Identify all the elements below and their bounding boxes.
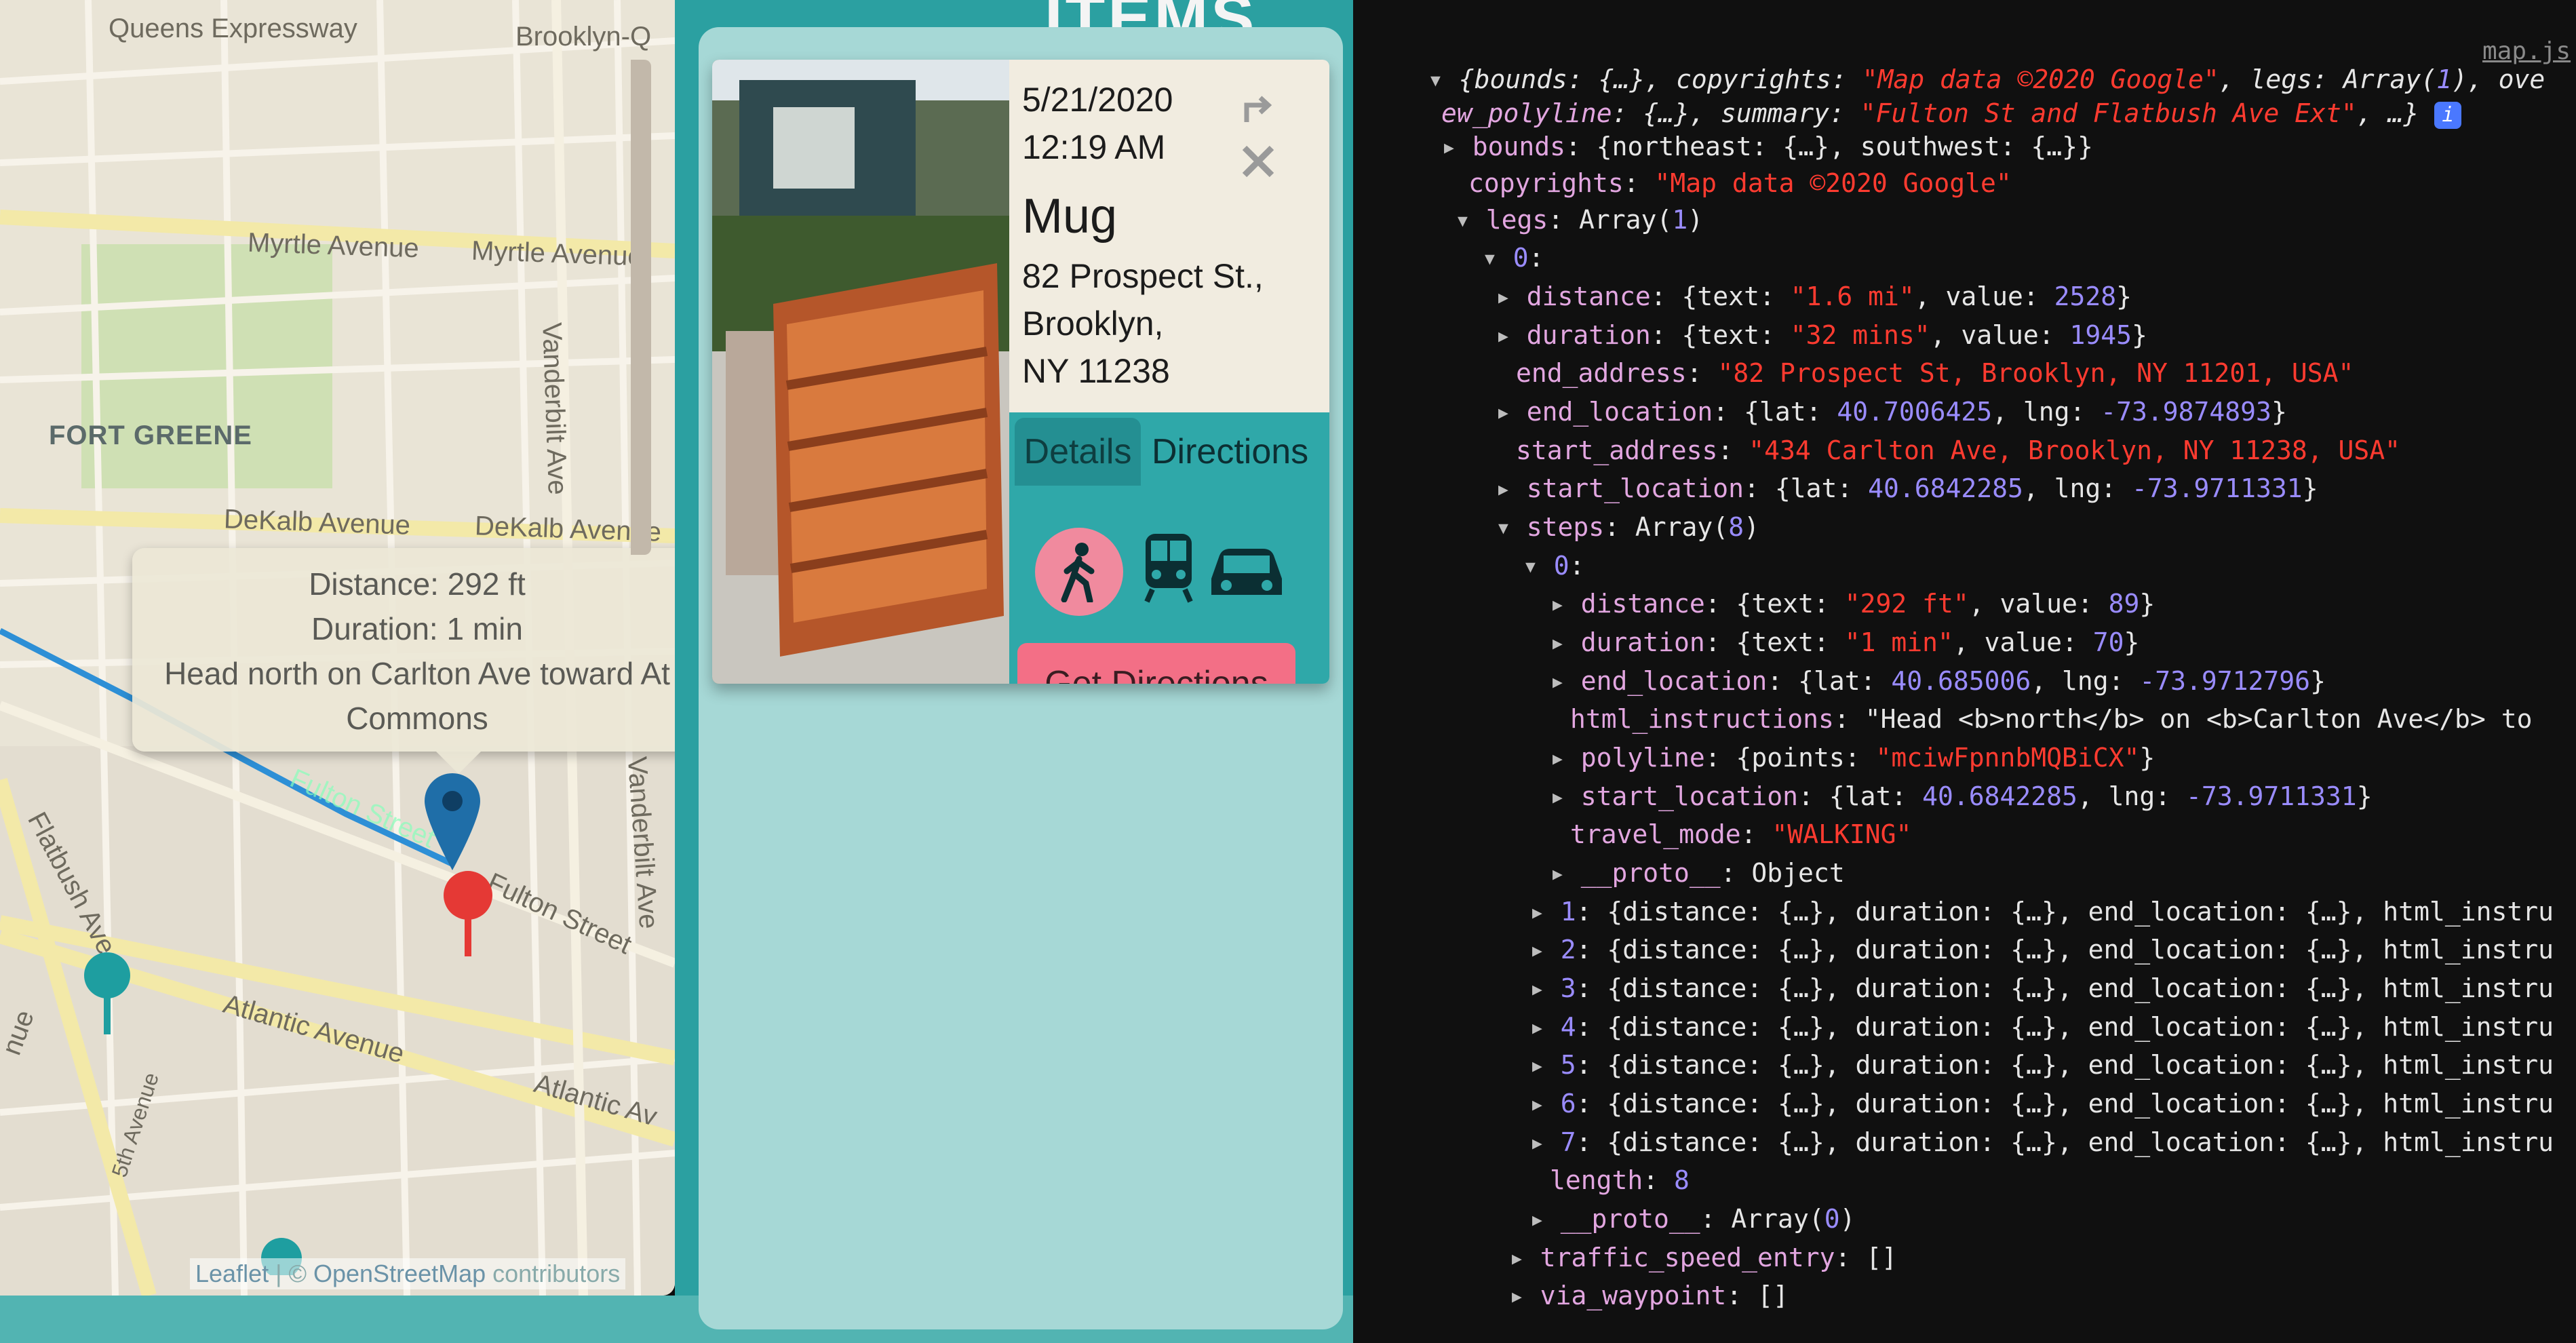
card-scrollbar[interactable] [631, 60, 651, 555]
console-line: length: 8 [1550, 1165, 1690, 1195]
item-date: 5/21/2020 [1022, 81, 1173, 119]
info-icon[interactable]: i [2434, 101, 2462, 129]
console-line[interactable]: ▸ 4: {distance: {…}, duration: {…}, end_… [1529, 1012, 2554, 1042]
route-step-popup: Distance: 292 ft Duration: 1 min Head no… [132, 548, 675, 752]
console-line: copyrights: "Map data ©2020 Google" [1468, 168, 2012, 198]
map-label-brooklyn: Brooklyn-Q [515, 22, 652, 52]
devtools-console: map.js ▾ {bounds: {…}, copyrights: "Map … [1353, 0, 2576, 1343]
item-address-line3: NY 11238 [1022, 352, 1170, 390]
console-line: ew_polyline: {…}, summary: "Fulton St an… [1441, 98, 2462, 129]
transit-icon[interactable] [1141, 531, 1196, 606]
car-icon[interactable] [1206, 538, 1287, 606]
console-line[interactable]: ▸ 3: {distance: {…}, duration: {…}, end_… [1529, 973, 2554, 1003]
map-label-vanderbilt: Vanderbilt Ave [536, 322, 573, 496]
console-line[interactable]: ▸ via_waypoint: [] [1509, 1281, 1789, 1310]
map-label-myrtle: Myrtle Avenue [247, 227, 420, 264]
item-address-line1: 82 Prospect St., [1022, 257, 1264, 295]
console-line: end_address: "82 Prospect St, Brooklyn, … [1516, 358, 2354, 388]
console-line[interactable]: ▾ 0: [1523, 551, 1585, 581]
item-address-line2: Brooklyn, [1022, 305, 1164, 343]
console-line: start_address: "434 Carlton Ave, Brookly… [1516, 435, 2401, 465]
console-line[interactable]: ▸ start_location: {lat: 40.6842285, lng:… [1496, 473, 2318, 503]
console-line[interactable]: ▸ bounds: {northeast: {…}, southwest: {…… [1441, 132, 2093, 161]
console-line[interactable]: ▸ __proto__: Object [1550, 858, 1845, 888]
popup-distance: Distance: 292 ft [309, 566, 526, 602]
console-line: travel_mode: "WALKING" [1570, 819, 1912, 849]
console-line[interactable]: ▸ 1: {distance: {…}, duration: {…}, end_… [1529, 897, 2554, 927]
item-name: Mug [1022, 189, 1118, 244]
console-line[interactable]: ▸ distance: {text: "292 ft", value: 89} [1550, 589, 2155, 619]
console-line[interactable]: ▾ {bounds: {…}, copyrights: "Map data ©2… [1428, 64, 2545, 94]
map-label-dekalb: DeKalb Avenue [223, 504, 411, 541]
console-line[interactable]: ▸ 6: {distance: {…}, duration: {…}, end_… [1529, 1089, 2554, 1118]
map-marker-blue-icon[interactable] [422, 770, 483, 872]
item-time: 12:19 AM [1022, 128, 1166, 166]
osm-link[interactable]: OpenStreetMap [313, 1260, 486, 1287]
source-file-link[interactable]: map.js [2482, 37, 2571, 65]
attribution-contributors: contributors [486, 1260, 621, 1287]
popup-duration: Duration: 1 min [311, 611, 523, 646]
walking-icon [1061, 543, 1095, 602]
get-directions-button[interactable]: Get Directions [1017, 643, 1295, 684]
console-line[interactable]: ▾ steps: Array(8) [1496, 512, 1759, 542]
console-line[interactable]: ▸ 2: {distance: {…}, duration: {…}, end_… [1529, 935, 2554, 965]
directions-icon[interactable] [1240, 88, 1281, 129]
console-line[interactable]: ▸ traffic_speed_entry: [] [1509, 1243, 1897, 1272]
console-line[interactable]: ▸ start_location: {lat: 40.6842285, lng:… [1550, 781, 2373, 811]
map-label-expressway: Queens Expressway [109, 14, 357, 43]
leaflet-link[interactable]: Leaflet [195, 1260, 269, 1287]
popup-instruction: Head north on Carlton Ave toward At [164, 656, 670, 691]
console-line[interactable]: ▸ 7: {distance: {…}, duration: {…}, end_… [1529, 1127, 2554, 1157]
console-line[interactable]: ▸ duration: {text: "32 mins", value: 194… [1496, 320, 2147, 350]
map-attribution: Leaflet | © OpenStreetMap contributors [190, 1258, 626, 1289]
tab-details[interactable]: Details [1015, 418, 1141, 486]
map-label-fort-greene: FORT GREENE [49, 421, 252, 450]
item-photo [712, 60, 1009, 684]
map-marker-teal-icon[interactable] [80, 950, 134, 1038]
map-marker-red-icon[interactable] [441, 868, 495, 963]
attribution-separator: | © [269, 1260, 313, 1287]
close-icon[interactable] [1238, 141, 1279, 182]
console-line[interactable]: ▾ 0: [1482, 243, 1544, 273]
item-tabs: Details Directions Get Directions [1009, 412, 1329, 684]
console-line[interactable]: ▸ 5: {distance: {…}, duration: {…}, end_… [1529, 1050, 2554, 1080]
console-line[interactable]: ▾ legs: Array(1) [1455, 205, 1703, 235]
console-line[interactable]: ▸ polyline: {points: "mciwFpnnbMQBiCX"} [1550, 743, 2155, 773]
popup-instruction-cont: Commons [346, 701, 488, 736]
tab-directions[interactable]: Directions [1152, 418, 1329, 486]
item-card[interactable]: 5/21/2020 12:19 AM Mug 82 Prospect St., … [712, 60, 1329, 684]
map-label-myrtle-2: Myrtle Avenue [471, 235, 644, 272]
travel-mode-walking[interactable] [1035, 528, 1123, 616]
console-line[interactable]: ▸ end_location: {lat: 40.685006, lng: -7… [1550, 666, 2326, 696]
console-line[interactable]: ▸ distance: {text: "1.6 mi", value: 2528… [1496, 281, 2132, 311]
map-view[interactable]: Queens Expressway Brooklyn-Q Myrtle Aven… [0, 0, 675, 1296]
console-line[interactable]: ▸ duration: {text: "1 min", value: 70} [1550, 627, 2139, 657]
console-line[interactable]: ▸ end_location: {lat: 40.7006425, lng: -… [1496, 397, 2287, 427]
console-line[interactable]: ▸ __proto__: Array(0) [1529, 1204, 1855, 1234]
console-line: html_instructions: "Head <b>north</b> on… [1570, 704, 2533, 734]
